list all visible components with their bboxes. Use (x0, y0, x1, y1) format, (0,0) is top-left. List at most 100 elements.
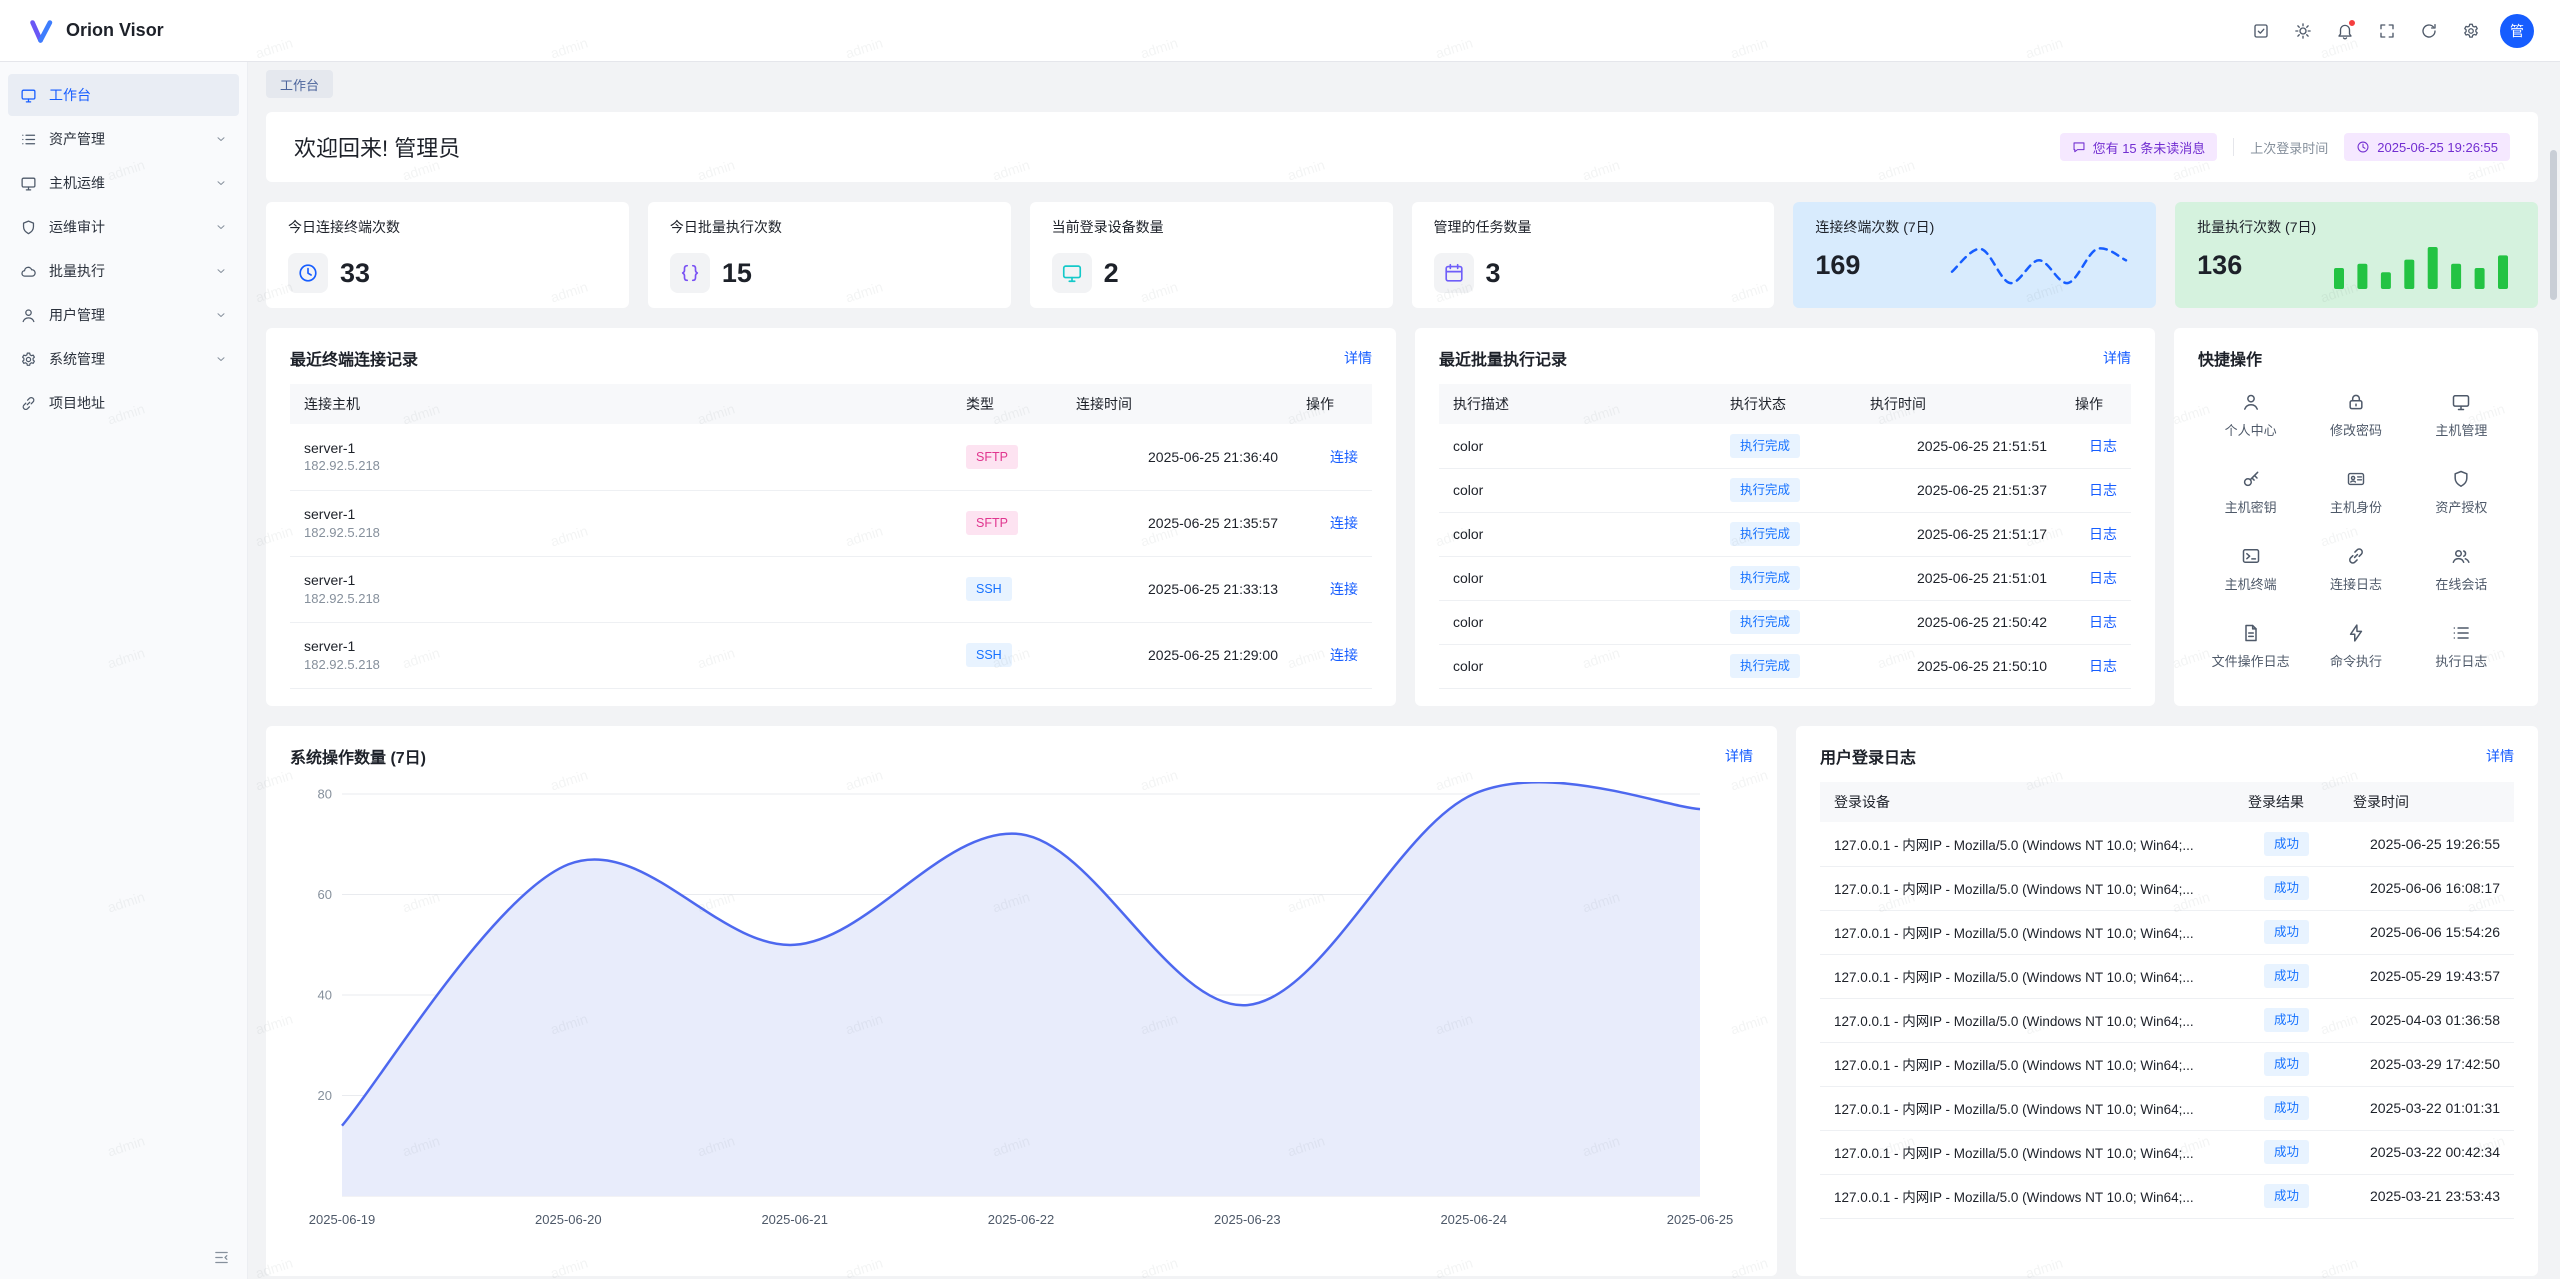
quick-action-item[interactable]: 在线会话 (2409, 546, 2514, 593)
shield-icon (20, 219, 37, 236)
log-link[interactable]: 日志 (2089, 438, 2117, 454)
connect-time: 2025-06-25 21:36:40 (1062, 424, 1292, 490)
sidebar-item-project-url[interactable]: 项目地址 (8, 382, 239, 424)
login-device: 127.0.0.1 - 内网IP - Mozilla/5.0 (Windows … (1820, 910, 2234, 954)
gear-icon (20, 351, 37, 368)
connect-link[interactable]: 连接 (1330, 449, 1358, 465)
host-name: server-1 (304, 637, 938, 656)
notification-dot (2348, 19, 2356, 27)
batch-record-row: color 执行完成 2025-06-25 21:51:17 日志 (1439, 512, 2131, 556)
exec-time: 2025-06-25 21:51:01 (1856, 556, 2061, 600)
log-link[interactable]: 日志 (2089, 658, 2117, 674)
stat-card: 管理的任务数量 3 (1412, 202, 1775, 308)
login-log-row: 127.0.0.1 - 内网IP - Mozilla/5.0 (Windows … (1820, 1086, 2514, 1130)
quick-action-item[interactable]: 执行日志 (2409, 623, 2514, 670)
unread-messages-chip[interactable]: 您有 15 条未读消息 (2060, 133, 2218, 161)
sidebar-item-ops-audit[interactable]: 运维审计 (8, 206, 239, 248)
batch-record-row: color 执行完成 2025-06-25 21:50:10 日志 (1439, 644, 2131, 688)
terminal-record-row: server-1182.92.5.218 SFTP 2025-06-25 21:… (290, 490, 1372, 556)
svg-text:2025-06-20: 2025-06-20 (535, 1212, 602, 1227)
quick-action-item[interactable]: 主机终端 (2198, 546, 2303, 593)
quick-action-item[interactable]: 主机管理 (2409, 392, 2514, 439)
sidebar-item-user-mgmt[interactable]: 用户管理 (8, 294, 239, 336)
col-login-time: 登录时间 (2339, 782, 2514, 822)
exec-status-badge: 执行完成 (1730, 566, 1800, 590)
sidebar-item-batch-exec[interactable]: 批量执行 (8, 250, 239, 292)
host-ip: 182.92.5.218 (304, 656, 938, 674)
col-type: 类型 (952, 384, 1062, 424)
quick-action-item[interactable]: 文件操作日志 (2198, 623, 2303, 670)
connect-link[interactable]: 连接 (1330, 581, 1358, 597)
quick-action-item[interactable]: 修改密码 (2303, 392, 2408, 439)
notifications-icon[interactable] (2328, 14, 2362, 48)
connect-time: 2025-06-25 21:35:57 (1062, 490, 1292, 556)
quick-action-label: 连接日志 (2330, 574, 2382, 593)
log-link[interactable]: 日志 (2089, 570, 2117, 586)
log-link[interactable]: 日志 (2089, 614, 2117, 630)
chevron-down-icon (215, 133, 227, 145)
sidebar-item-system-mgmt[interactable]: 系统管理 (8, 338, 239, 380)
quick-action-item[interactable]: 主机身份 (2303, 469, 2408, 516)
system-chart-detail-link[interactable]: 详情 (1725, 746, 1753, 766)
login-log-row: 127.0.0.1 - 内网IP - Mozilla/5.0 (Windows … (1820, 1174, 2514, 1218)
cloud-icon (20, 263, 37, 280)
login-result-badge: 成功 (2264, 920, 2309, 944)
login-result-badge: 成功 (2264, 832, 2309, 856)
select-square-icon[interactable] (2244, 14, 2278, 48)
last-login-label: 上次登录时间 (2250, 138, 2328, 157)
sidebar-item-workbench[interactable]: 工作台 (8, 74, 239, 116)
welcome-card: 欢迎回来! 管理员 您有 15 条未读消息 上次登录时间 2025-06-25 … (266, 112, 2538, 182)
login-time: 2025-06-25 19:26:55 (2339, 822, 2514, 866)
quick-action-item[interactable]: 命令执行 (2303, 623, 2408, 670)
sidebar: 工作台 资产管理 主机运维 (0, 62, 248, 1279)
login-log-row: 127.0.0.1 - 内网IP - Mozilla/5.0 (Windows … (1820, 998, 2514, 1042)
monitor-icon (2451, 392, 2471, 412)
main-content: 工作台 欢迎回来! 管理员 您有 15 条未读消息 上次登录时间 2025-06… (248, 62, 2560, 1279)
sidebar-collapse-button[interactable] (209, 1245, 233, 1269)
log-link[interactable]: 日志 (2089, 526, 2117, 542)
quick-action-item[interactable]: 主机密钥 (2198, 469, 2303, 516)
sidebar-item-host-ops[interactable]: 主机运维 (8, 162, 239, 204)
login-log-detail-link[interactable]: 详情 (2486, 746, 2514, 766)
svg-text:20: 20 (318, 1088, 332, 1103)
quick-action-item[interactable]: 个人中心 (2198, 392, 2303, 439)
scrollbar-thumb[interactable] (2550, 150, 2557, 300)
exec-status-badge: 执行完成 (1730, 522, 1800, 546)
login-time: 2025-06-06 15:54:26 (2339, 910, 2514, 954)
chevron-down-icon (215, 177, 227, 189)
batch-records-table: 执行描述 执行状态 执行时间 操作 color 执行完成 2025 (1439, 384, 2131, 689)
connect-link[interactable]: 连接 (1330, 647, 1358, 663)
terminal-week-sparkline (1944, 237, 2134, 293)
batch-record-row: color 执行完成 2025-06-25 21:51:51 日志 (1439, 424, 2131, 468)
login-device: 127.0.0.1 - 内网IP - Mozilla/5.0 (Windows … (1820, 954, 2234, 998)
login-time: 2025-03-22 01:01:31 (2339, 1086, 2514, 1130)
quick-action-label: 命令执行 (2330, 651, 2382, 670)
quick-action-item[interactable]: 资产授权 (2409, 469, 2514, 516)
exec-time: 2025-06-25 21:51:37 (1856, 468, 2061, 512)
chevron-down-icon (215, 353, 227, 365)
user-avatar[interactable]: 管 (2500, 14, 2534, 48)
sidebar-item-asset-mgmt[interactable]: 资产管理 (8, 118, 239, 160)
stat-card-batch-week: 批量执行次数 (7日) 136 (2175, 202, 2538, 308)
settings-icon[interactable] (2454, 14, 2488, 48)
batch-records-detail-link[interactable]: 详情 (2103, 348, 2131, 368)
svg-text:40: 40 (318, 988, 332, 1003)
quick-action-label: 个人中心 (2225, 420, 2277, 439)
login-time: 2025-05-29 19:43:57 (2339, 954, 2514, 998)
list-icon (20, 131, 37, 148)
theme-light-icon[interactable] (2286, 14, 2320, 48)
refresh-icon[interactable] (2412, 14, 2446, 48)
log-link[interactable]: 日志 (2089, 482, 2117, 498)
connect-link[interactable]: 连接 (1330, 515, 1358, 531)
fullscreen-icon[interactable] (2370, 14, 2404, 48)
card-title: 系统操作数量 (7日) (290, 744, 426, 768)
stat-value: 2 (1104, 258, 1119, 289)
breadcrumb-item-workbench[interactable]: 工作台 (266, 70, 333, 98)
quick-action-item[interactable]: 连接日志 (2303, 546, 2408, 593)
braces-icon (679, 262, 701, 284)
brand[interactable]: Orion Visor (26, 16, 164, 46)
terminal-records-detail-link[interactable]: 详情 (1344, 348, 1372, 368)
protocol-badge: SSH (966, 643, 1012, 667)
quick-action-label: 主机密钥 (2225, 497, 2277, 516)
menu-fold-icon (213, 1249, 230, 1266)
